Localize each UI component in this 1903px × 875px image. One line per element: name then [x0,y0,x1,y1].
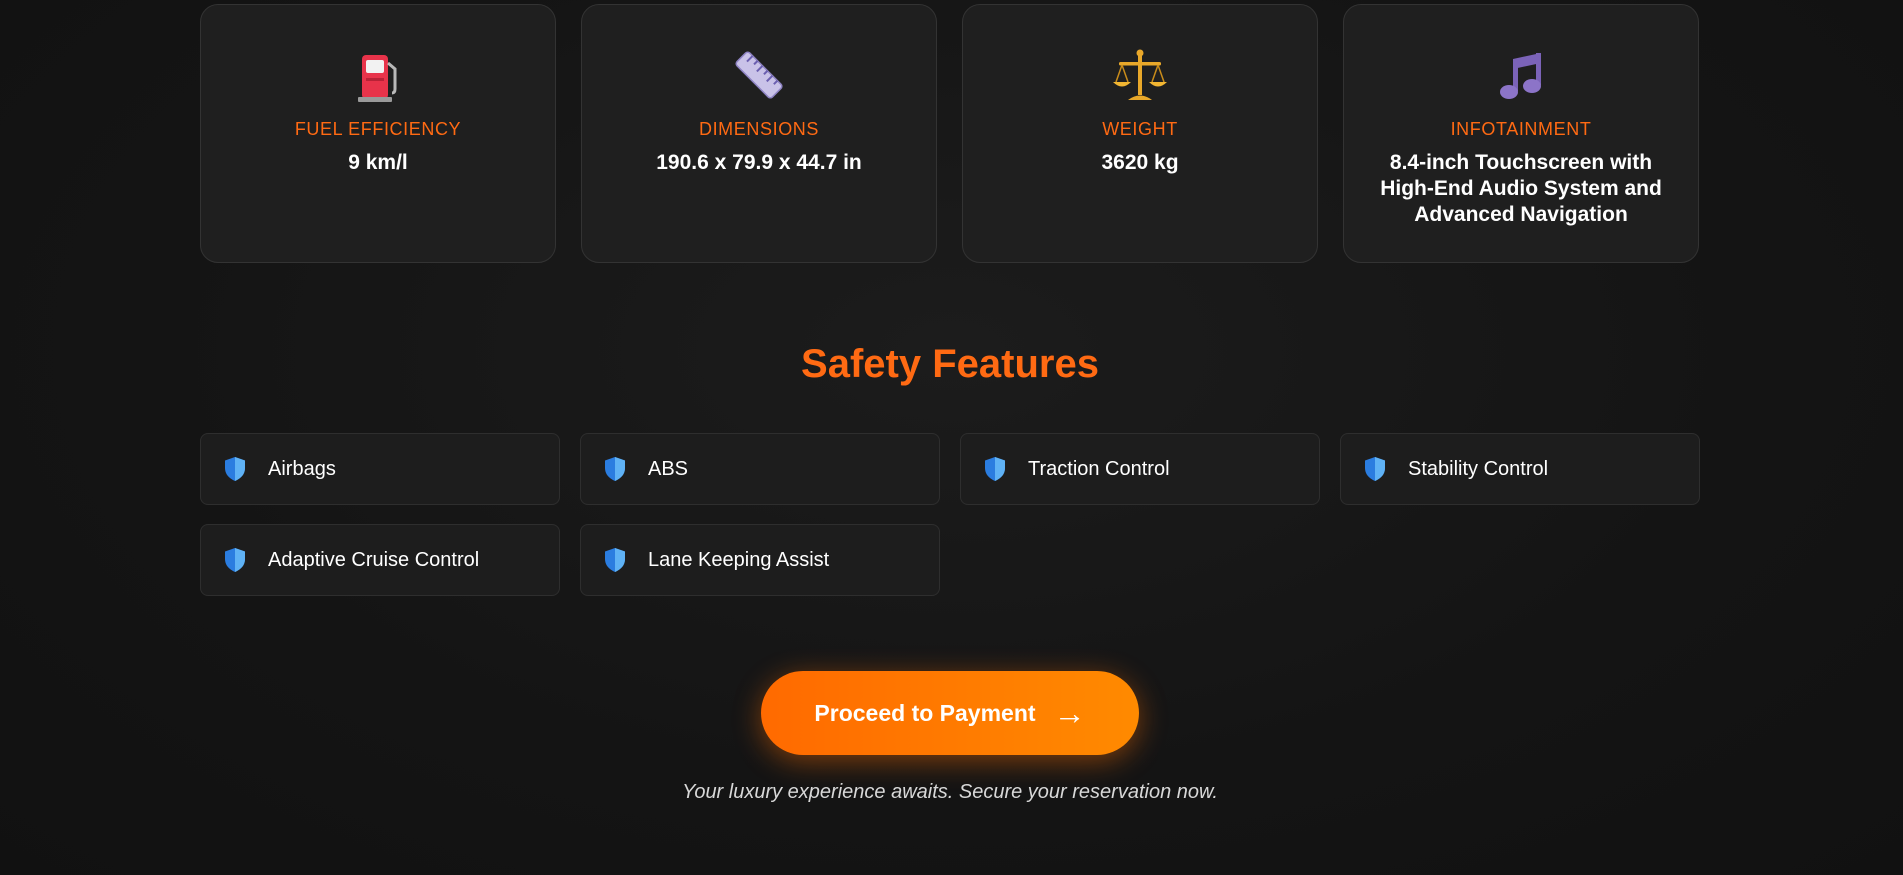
safety-features-grid: Airbags ABS Traction Control Stability C… [200,433,1700,596]
proceed-to-payment-label: Proceed to Payment [814,699,1036,726]
safety-item-label: Lane Keeping Assist [648,548,830,571]
shield-icon [1365,457,1385,481]
spec-card-dimensions: DIMENSIONS 190.6 x 79.9 x 44.7 in [581,4,937,263]
safety-item-label: Stability Control [1408,457,1549,480]
ruler-icon [735,51,783,99]
spec-label: FUEL EFFICIENCY [294,119,462,139]
shield-icon [225,548,245,572]
spec-card-fuel-efficiency: FUEL EFFICIENCY 9 km/l [200,4,556,263]
spec-card-infotainment: INFOTAINMENT 8.4-inch Touchscreen with H… [1343,4,1699,263]
safety-item-lane-keeping-assist: Lane Keeping Assist [580,524,940,596]
cta-section: Proceed to Payment → [200,671,1700,755]
spec-label: WEIGHT [1102,119,1178,139]
safety-item-label: Airbags [268,457,336,480]
safety-item-traction-control: Traction Control [960,433,1320,505]
safety-item-label: ABS [648,457,689,480]
spec-grid: FUEL EFFICIENCY 9 km/l DIMENSIONS 190.6 … [200,4,1700,263]
shield-icon [985,457,1005,481]
music-note-icon [1500,53,1541,99]
spec-value: 9 km/l [348,151,408,174]
safety-item-adaptive-cruise-control: Adaptive Cruise Control [200,524,560,596]
safety-item-stability-control: Stability Control [1340,433,1700,505]
safety-features-title: Safety Features [801,342,1099,386]
safety-item-label: Traction Control [1028,457,1170,480]
proceed-to-payment-button[interactable]: Proceed to Payment → [761,671,1139,755]
safety-item-airbags: Airbags [200,433,560,505]
reservation-caption: Your luxury experience awaits. Secure yo… [682,781,1218,803]
spec-card-weight: WEIGHT 3620 kg [962,4,1318,263]
safety-item-abs: ABS [580,433,940,505]
shield-icon [605,457,625,481]
spec-value: 8.4-inch Touchscreen with High-End Audio… [1380,151,1662,226]
safety-item-label: Adaptive Cruise Control [268,548,480,571]
spec-value: 190.6 x 79.9 x 44.7 in [656,151,862,174]
shield-icon [225,457,245,481]
arrow-right-icon: → [1053,695,1086,731]
shield-icon [605,548,625,572]
balance-scale-icon [1113,49,1167,100]
fuel-pump-icon [358,55,397,102]
spec-label: INFOTAINMENT [1450,119,1592,139]
main-content: FUEL EFFICIENCY 9 km/l DIMENSIONS 190.6 … [200,0,1700,804]
spec-label: DIMENSIONS [698,119,819,139]
spec-value: 3620 kg [1101,151,1179,174]
